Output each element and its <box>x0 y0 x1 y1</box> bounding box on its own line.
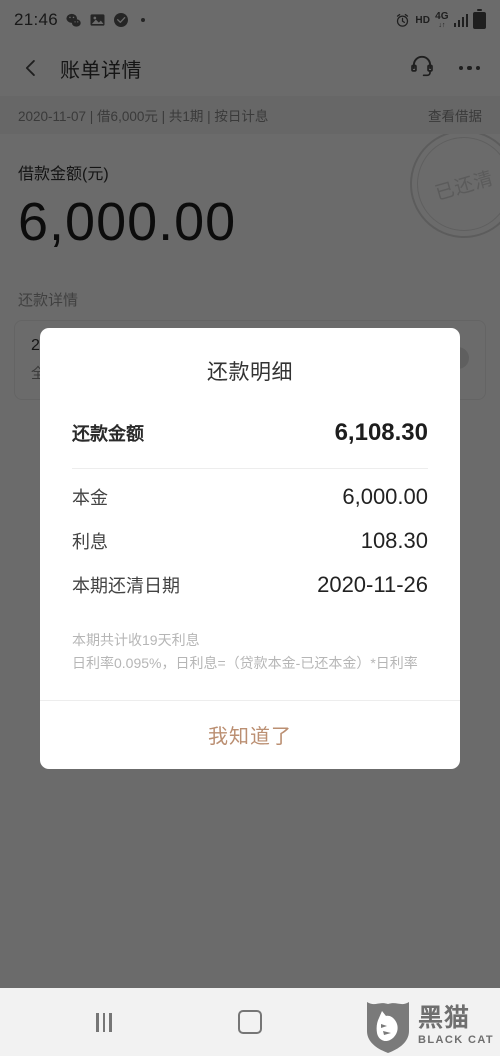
system-navigation-bar: 黑猫 BLACK CAT <box>0 988 500 1056</box>
dialog-row-value: 6,108.30 <box>334 419 428 446</box>
black-cat-shield-icon <box>367 1002 410 1053</box>
phone-screen: 21:46 HD 4G ↓↑ <box>0 0 500 1056</box>
dialog-title: 还款明细 <box>207 361 293 384</box>
dialog-divider <box>72 468 428 469</box>
dialog-row-label: 本金 <box>72 488 108 508</box>
watermark-text: 黑猫 BLACK CAT <box>418 1006 494 1046</box>
dialog-row-label: 本期还清日期 <box>72 576 180 596</box>
dialog-body: 还款金额 6,108.30 本金 6,000.00 利息 108.30 本期还清… <box>40 410 460 700</box>
watermark-en: BLACK CAT <box>418 1034 494 1046</box>
dialog-row-settle-date: 本期还清日期 2020-11-26 <box>72 563 428 607</box>
recents-icon[interactable] <box>96 1012 112 1032</box>
dialog-row-label: 利息 <box>72 532 108 552</box>
dialog-note: 本期共计收19天利息 日利率0.095%，日利息=（贷款本金-已还本金）*日利率 <box>72 629 428 674</box>
dialog-row-total: 还款金额 6,108.30 <box>72 410 428 456</box>
watermark-cn: 黑猫 <box>418 1004 471 1032</box>
dialog-row-value: 108.30 <box>360 528 428 553</box>
dialog-confirm-label: 我知道了 <box>208 726 292 749</box>
dialog-note-line-1: 本期共计收19天利息 <box>72 632 200 648</box>
dialog-note-line-2: 日利率0.095%，日利息=（贷款本金-已还本金）*日利率 <box>72 654 418 671</box>
dialog-row-label: 还款金额 <box>72 424 144 444</box>
dialog-row-value: 2020-11-26 <box>317 572 428 597</box>
dialog-row-interest: 利息 108.30 <box>72 519 428 563</box>
dialog-confirm-button[interactable]: 我知道了 <box>40 700 460 769</box>
home-icon[interactable] <box>238 1010 262 1034</box>
dialog-row-principal: 本金 6,000.00 <box>72 475 428 519</box>
repayment-detail-dialog: 还款明细 还款金额 6,108.30 本金 6,000.00 利息 108.30… <box>40 328 460 770</box>
dialog-row-value: 6,000.00 <box>342 484 428 509</box>
watermark-logo: 黑猫 BLACK CAT <box>365 998 494 1054</box>
